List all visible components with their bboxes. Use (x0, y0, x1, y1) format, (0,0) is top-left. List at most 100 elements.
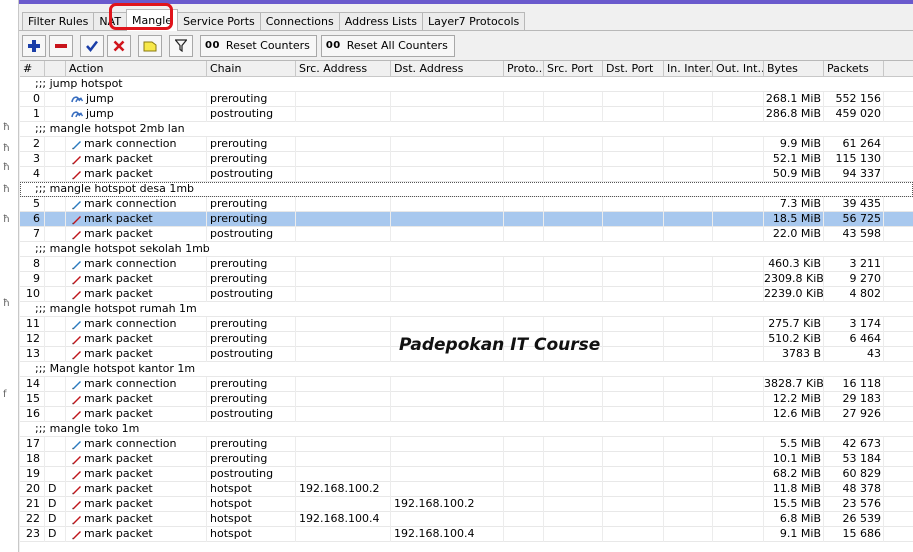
comment-row[interactable]: ;;; mangle hotspot 2mb lan (20, 122, 913, 137)
table-row[interactable]: 17 mark connection prerouting 5.5 MiB 42 673 (20, 437, 913, 452)
rule-src-port (544, 527, 603, 542)
col-header-out-interface[interactable]: Out. Int... (713, 61, 764, 77)
table-row[interactable]: 11 mark connection prerouting 275.7 KiB 3 17… (20, 317, 913, 332)
rule-chain: postrouting (207, 107, 296, 122)
mangle-rules-table: # Action Chain Src. Address Dst. Address… (20, 60, 913, 552)
col-header-number[interactable]: # (20, 61, 45, 77)
table-row[interactable]: 21 Dmark packet hotspot 192.168.100.2 15.5 M… (20, 497, 913, 512)
table-row[interactable]: 7 mark packet postrouting 22.0 MiB 43 598 (20, 227, 913, 242)
rule-action: mark packet (66, 167, 207, 182)
rule-out-interface (713, 482, 764, 497)
table-row[interactable]: 2 mark connection prerouting 9.9 MiB 61 264 (20, 137, 913, 152)
tab-address-lists[interactable]: Address Lists (338, 12, 424, 31)
col-header-action[interactable]: Action (66, 61, 207, 77)
rule-packets: 16 118 (824, 377, 884, 392)
rule-bytes: 12.2 MiB (764, 392, 824, 407)
rule-number: 18 (20, 452, 45, 467)
rule-dst-port (603, 197, 664, 212)
rule-bytes: 52.1 MiB (764, 152, 824, 167)
comment-row[interactable]: ;;; mangle hotspot desa 1mb (20, 182, 913, 197)
enable-button[interactable] (80, 34, 104, 57)
col-header-flags[interactable] (45, 61, 66, 77)
col-header-packets[interactable]: Packets (824, 61, 884, 77)
table-header: # Action Chain Src. Address Dst. Address… (20, 61, 913, 77)
col-header-chain[interactable]: Chain (207, 61, 296, 77)
tab-mangle[interactable]: Mangle (126, 9, 179, 31)
rule-out-interface (713, 437, 764, 452)
table-row[interactable]: 9 mark packet prerouting 2309.8 KiB 9 270 (20, 272, 913, 287)
table-row[interactable]: 5 mark connection prerouting 7.3 MiB 39 435 (20, 197, 913, 212)
col-header-in-interface[interactable]: In. Inter... (664, 61, 713, 77)
table-row[interactable]: 3 mark packet prerouting 52.1 MiB 115 130 (20, 152, 913, 167)
reset-counters-button[interactable]: 00 Reset Counters (200, 34, 317, 57)
table-row[interactable]: 1 jump postrouting 286.8 MiB 459 020 (20, 107, 913, 122)
pencil-blue-icon (72, 260, 81, 269)
table-row[interactable]: 14 mark connection prerouting 3828.7 KiB 16 … (20, 377, 913, 392)
rule-src-port (544, 152, 603, 167)
table-row[interactable]: 6 mark packet prerouting 18.5 MiB 56 725 (20, 212, 913, 227)
comment-row[interactable]: ;;; mangle hotspot rumah 1m (20, 302, 913, 317)
comment-row[interactable]: ;;; mangle hotspot sekolah 1mb (20, 242, 913, 257)
table-row[interactable]: 4 mark packet postrouting 50.9 MiB 94 337 (20, 167, 913, 182)
rule-dst-address (391, 197, 504, 212)
rule-dst-address (391, 377, 504, 392)
table-row[interactable]: 15 mark packet prerouting 12.2 MiB 29 183 (20, 392, 913, 407)
rule-src-port (544, 407, 603, 422)
table-row[interactable]: 10 mark packet postrouting 2239.0 KiB 4 802 (20, 287, 913, 302)
rule-chain: prerouting (207, 152, 296, 167)
rule-dst-port (603, 332, 664, 347)
rule-in-interface (664, 212, 713, 227)
rule-src-port (544, 167, 603, 182)
table-row[interactable]: 23 Dmark packet hotspot 192.168.100.4 9.1 Mi… (20, 527, 913, 542)
tab-service-ports[interactable]: Service Ports (177, 12, 261, 31)
filter-button[interactable] (169, 34, 193, 57)
table-row[interactable]: 20 Dmark packet hotspot 192.168.100.2 11.8 M… (20, 482, 913, 497)
rule-bytes: 6.8 MiB (764, 512, 824, 527)
tab-filter-rules[interactable]: Filter Rules (22, 12, 95, 31)
table-row[interactable]: 19 mark packet postrouting 68.2 MiB 60 829 (20, 467, 913, 482)
rule-chain: prerouting (207, 197, 296, 212)
rule-action: mark packet (66, 512, 207, 527)
rule-out-interface (713, 167, 764, 182)
col-header-src-address[interactable]: Src. Address (296, 61, 391, 77)
tab-nat[interactable]: NAT (93, 12, 128, 31)
note-icon (143, 41, 157, 51)
comment-button[interactable] (138, 34, 162, 57)
mangle-window-screen: ħ ħ ħ ħ ħ ħ f Filter Rules NAT Mangle Se… (0, 0, 913, 552)
comment-row[interactable]: ;;; jump hotspot (20, 77, 913, 92)
col-header-dst-port[interactable]: Dst. Port (603, 61, 664, 77)
jump-icon (71, 110, 84, 117)
table-row[interactable]: 0 jump prerouting 268.1 MiB 552 156 (20, 92, 913, 107)
remove-button[interactable] (49, 34, 73, 57)
tab-layer7-protocols[interactable]: Layer7 Protocols (422, 12, 526, 31)
disable-button[interactable] (107, 34, 131, 57)
table-row[interactable]: 16 mark packet postrouting 12.6 MiB 27 926 (20, 407, 913, 422)
col-header-bytes[interactable]: Bytes (764, 61, 824, 77)
rule-action-label: mark connection (84, 317, 177, 330)
rule-dst-address (391, 107, 504, 122)
rule-in-interface (664, 272, 713, 287)
check-icon (86, 40, 98, 52)
reset-all-counters-button[interactable]: 00 Reset All Counters (320, 34, 455, 57)
rule-flag (45, 332, 66, 347)
pencil-red-icon (72, 455, 81, 464)
rule-dst-port (603, 92, 664, 107)
rule-src-address (296, 167, 391, 182)
comment-row[interactable]: ;;; mangle toko 1m (20, 422, 913, 437)
col-header-dst-address[interactable]: Dst. Address (391, 61, 504, 77)
rule-in-interface (664, 407, 713, 422)
table-row[interactable]: 8 mark connection prerouting 460.3 KiB 3 211 (20, 257, 913, 272)
rule-in-interface (664, 452, 713, 467)
rule-src-address: 192.168.100.2 (296, 482, 391, 497)
rule-in-interface (664, 317, 713, 332)
table-row[interactable]: 18 mark packet prerouting 10.1 MiB 53 184 (20, 452, 913, 467)
col-header-src-port[interactable]: Src. Port (544, 61, 603, 77)
tab-connections[interactable]: Connections (259, 12, 340, 31)
rule-protocol (504, 317, 544, 332)
comment-row[interactable]: ;;; Mangle hotspot kantor 1m (20, 362, 913, 377)
add-button[interactable] (22, 34, 46, 57)
col-header-protocol[interactable]: Proto... (504, 61, 544, 77)
rule-number: 1 (20, 107, 45, 122)
rule-out-interface (713, 497, 764, 512)
table-row[interactable]: 22 Dmark packet hotspot 192.168.100.4 6.8 Mi… (20, 512, 913, 527)
